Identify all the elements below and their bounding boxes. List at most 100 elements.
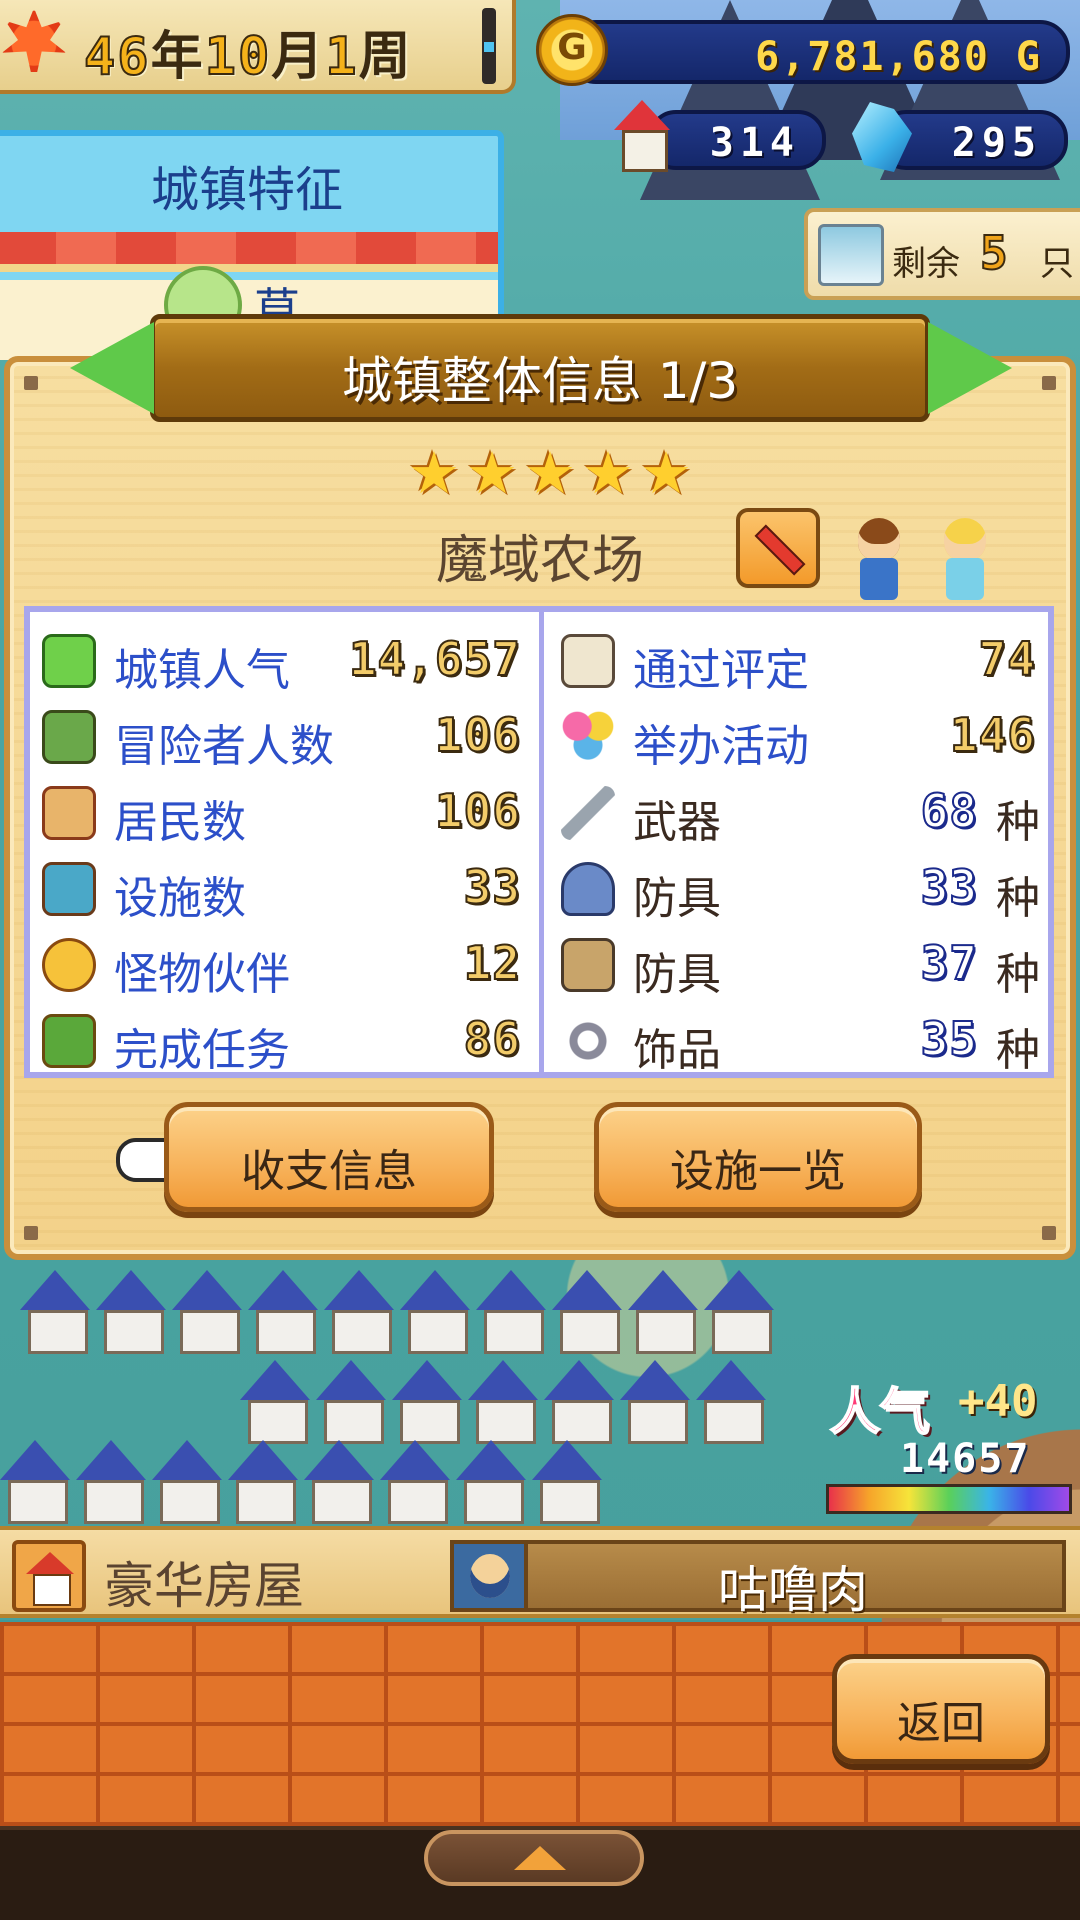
- trophy-icon: [42, 634, 96, 688]
- stat-label: 武器: [633, 797, 721, 848]
- next-page-button[interactable]: [918, 316, 1012, 420]
- stat-label: 防具: [633, 873, 721, 924]
- maple-leaf-icon: [2, 8, 66, 72]
- house-icon: [610, 100, 674, 172]
- stat-row-events: 举办活动 146: [549, 698, 1054, 774]
- house-count: 314: [709, 120, 800, 166]
- stats-column-left: 城镇人气 14,657 冒险者人数 106 居民数 106 设施数 33 怪物伙…: [30, 612, 544, 1076]
- feature-banner: [0, 232, 498, 272]
- house-count-display: 314: [648, 110, 826, 170]
- star-icon: ★: [582, 439, 634, 507]
- stat-unit: 种: [996, 1025, 1040, 1076]
- remaining-monsters[interactable]: 剩余 5 只: [804, 208, 1080, 300]
- heroine-character-icon: [932, 518, 998, 602]
- stat-row-adventurers: 冒险者人数 106: [30, 698, 539, 774]
- feature-title: 城镇特征: [150, 162, 343, 218]
- finance-info-label: 收支信息: [241, 1146, 417, 1197]
- corner-rivet: [1042, 1226, 1056, 1240]
- monster-cage-icon: [818, 224, 884, 286]
- corner-rivet: [1042, 376, 1056, 390]
- popularity-rainbow-bar: [826, 1484, 1072, 1514]
- star-icon: ★: [466, 439, 518, 507]
- pencil-icon: [754, 524, 806, 576]
- quest-icon: [42, 1014, 96, 1068]
- stat-row-armor-helmets: 防具 33 种: [549, 850, 1054, 926]
- dialog-title-banner: 城镇整体信息 1/3: [150, 314, 930, 422]
- stat-label: 举办活动: [633, 721, 809, 772]
- selection-status-bar: 豪华房屋 咕噜肉: [0, 1526, 1080, 1619]
- crystal-count: 295: [951, 120, 1042, 166]
- stat-unit: 种: [996, 949, 1040, 1000]
- money-display: 6,781,680 G: [566, 20, 1070, 84]
- stat-row-weapons: 武器 68 种: [549, 774, 1054, 850]
- stat-label: 饰品: [633, 1025, 721, 1076]
- house-icon: [42, 786, 96, 840]
- corner-rivet: [24, 1226, 38, 1240]
- star-icon: ★: [640, 439, 692, 507]
- stat-row-residents: 居民数 106: [30, 774, 539, 850]
- stat-value: 68: [920, 783, 978, 839]
- luxury-house-icon: [12, 1540, 86, 1612]
- remain-count: 5: [979, 225, 1009, 281]
- helmet-icon: [561, 862, 615, 916]
- certificate-icon: [561, 634, 615, 688]
- return-button[interactable]: 返回: [832, 1654, 1050, 1764]
- monster-icon: [42, 938, 96, 992]
- selected-building-name: 豪华房屋: [104, 1557, 304, 1615]
- stat-value: 146: [949, 707, 1036, 763]
- finance-info-button[interactable]: 收支信息: [164, 1102, 494, 1212]
- stat-value: 35: [920, 1011, 978, 1067]
- stat-label: 设施数: [114, 873, 246, 924]
- resident-info[interactable]: 咕噜肉: [450, 1540, 1066, 1619]
- balloon-icon: [561, 710, 615, 764]
- stat-value: 86: [463, 1011, 521, 1067]
- stat-value: 106: [434, 707, 521, 763]
- stat-label: 防具: [633, 949, 721, 1000]
- arrow-left-icon: [70, 322, 154, 414]
- stat-row-facilities: 设施数 33: [30, 850, 539, 926]
- corner-rivet: [24, 376, 38, 390]
- map-houses: [0, 1440, 602, 1524]
- date-display: 46年10月1周: [0, 0, 516, 94]
- stat-value: 14,657: [348, 631, 521, 687]
- stat-row-quests: 完成任务 86: [30, 1002, 539, 1078]
- stats-column-right: 通过评定 74 举办活动 146 武器 68 种 防具 33 种 防具 37 种: [549, 612, 1054, 1076]
- stat-value: 33: [920, 859, 978, 915]
- money-amount: 6,781,680 G: [755, 34, 1042, 80]
- arrow-right-icon: [928, 322, 1012, 414]
- rename-town-button[interactable]: [736, 508, 820, 588]
- week-progress-gauge: [482, 8, 496, 84]
- town-stats-table: 城镇人气 14,657 冒险者人数 106 居民数 106 设施数 33 怪物伙…: [24, 606, 1054, 1078]
- armor-icon: [561, 938, 615, 992]
- remain-label: 剩余: [892, 244, 960, 284]
- stat-value: 33: [463, 859, 521, 915]
- stat-label: 居民数: [114, 797, 246, 848]
- facility-list-button[interactable]: 设施一览: [594, 1102, 922, 1212]
- expand-menu-button[interactable]: [424, 1830, 644, 1886]
- stat-value: 37: [920, 935, 978, 991]
- map-houses: [20, 1270, 774, 1354]
- stat-label: 冒险者人数: [114, 721, 334, 772]
- ring-icon: [561, 1014, 615, 1068]
- popularity-value: 14657: [900, 1436, 1031, 1482]
- popularity-label: 人气: [829, 1382, 931, 1442]
- prev-page-button[interactable]: [70, 316, 164, 420]
- town-rank-stars: ★ ★ ★ ★ ★: [408, 444, 692, 502]
- dialog-title: 城镇整体信息 1/3: [341, 352, 739, 410]
- facility-icon: [42, 862, 96, 916]
- stat-row-monsters: 怪物伙伴 12: [30, 926, 539, 1002]
- stat-unit: 种: [996, 797, 1040, 848]
- town-name: 魔域农场: [435, 531, 644, 591]
- resident-avatar: [454, 1544, 528, 1608]
- stat-value: 106: [434, 783, 521, 839]
- stat-label: 怪物伙伴: [114, 949, 290, 1000]
- stat-value: 74: [978, 631, 1036, 687]
- map-houses: [240, 1360, 766, 1444]
- stat-value: 12: [463, 935, 521, 991]
- stat-row-accessories: 饰品 35 种: [549, 1002, 1054, 1078]
- stat-row-certifications: 通过评定 74: [549, 622, 1054, 698]
- hero-character-icon: [846, 518, 912, 602]
- stat-row-armor-body: 防具 37 种: [549, 926, 1054, 1002]
- remain-unit: 只: [1040, 244, 1074, 284]
- date-text: 46年10月1周: [83, 26, 413, 88]
